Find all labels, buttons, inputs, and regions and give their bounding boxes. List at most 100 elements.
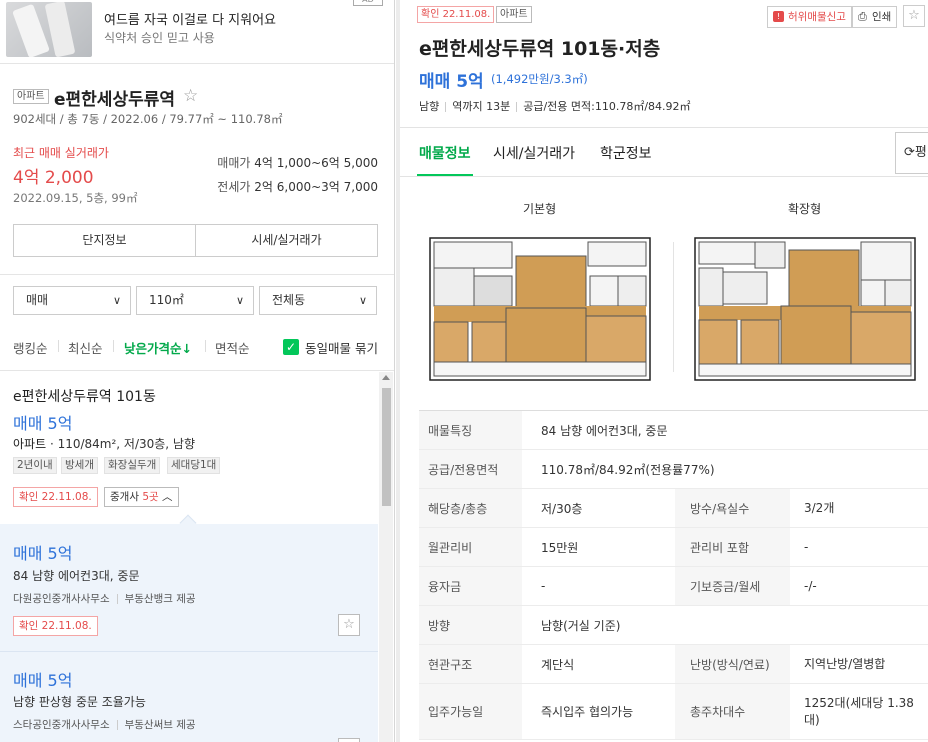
group-same-label[interactable]: 동일매물 묶기 [305, 338, 378, 357]
complex-meta: 902세대 / 총 7동 / 2022.06 / 79.77㎡ ~ 110.78… [13, 112, 283, 126]
listing-card[interactable]: e편한세상두류역 101동 매매 5억 아파트 · 110/84m², 저/30… [0, 372, 378, 524]
info-value: 15만원 [541, 540, 579, 555]
favorite-star-icon[interactable]: ☆ [183, 86, 198, 106]
info-row: 현관구조 계단식 난방(방식/연료) 지역난방/열병합 [419, 645, 928, 684]
sale-price-label: 매매가 [217, 156, 251, 170]
ad-tag: AD [353, 0, 383, 6]
print-label: 인쇄 [872, 11, 892, 23]
info-key: 입주가능일 [419, 684, 522, 739]
info-value: 1252대(세대당 1.38대) [804, 695, 914, 727]
property-type-tag: 아파트 [13, 89, 49, 104]
sort-separator [58, 340, 59, 352]
confirm-badge: 확인 22.11.08. [417, 6, 495, 23]
complex-name[interactable]: e편한세상두류역 [54, 85, 175, 110]
chevron-down-icon: ∨ [235, 294, 244, 307]
report-false-listing-button[interactable]: ! 허위매물신고 [767, 6, 852, 28]
detail-price: 매매 5억 [419, 72, 484, 92]
listing-title: e편한세상두류역 101동 [13, 389, 156, 405]
print-button[interactable]: ⎙ 인쇄 [852, 6, 898, 28]
chevron-up-icon: ︿ [162, 491, 173, 503]
sort-latest[interactable]: 최신순 [68, 338, 103, 357]
floor-plan-extended-image[interactable] [693, 236, 917, 382]
provider-name: 부동산뱅크 제공 [124, 593, 196, 605]
app-root: 여드름 자국 이걸로 다 지워어요 식약처 승인 믿고 사용 AD 아파트 e편… [0, 0, 928, 742]
agent-listing-item[interactable]: 매매 5억 남향 판상형 중문 조율가능 스타공인중개사사무소 부동산써브 제공 … [0, 652, 378, 742]
recent-trade-date: 2022.09.15, 5층, 99㎡ [13, 191, 138, 205]
listing-info-table: 매물특징 84 남향 에어컨3대, 중문 공급/전용면적 110.78㎡/84.… [419, 410, 928, 740]
info-key: 관리비 포함 [675, 528, 790, 566]
divider [0, 274, 394, 275]
checkbox-checked-icon[interactable]: ✓ [283, 339, 299, 355]
detail-facts: 남향 역까지 13분 공급/전용 면적:110.78㎡/84.92㎡ [419, 98, 691, 114]
detail-panel: 확인 22.11.08. 아파트 ! 허위매물신고 ⎙ 인쇄 ☆ e편한세상두류역 … [400, 0, 928, 742]
ad-title: 여드름 자국 이걸로 다 지워어요 [104, 13, 277, 28]
ad-banner[interactable]: 여드름 자국 이걸로 다 지워어요 식약처 승인 믿고 사용 AD [0, 0, 394, 64]
detail-area: 공급/전용 면적:110.78㎡/84.92㎡ [523, 100, 691, 113]
listing-spec-type: 아파트 [13, 437, 47, 451]
info-key: 융자금 [419, 567, 522, 605]
info-key: 방향 [419, 606, 522, 644]
info-value: 계단식 [541, 657, 575, 672]
listing-scrollbar[interactable] [379, 372, 393, 742]
detail-title: e편한세상두류역 101동·저층 [419, 38, 661, 60]
favorite-star-icon[interactable]: ☆ [338, 738, 360, 742]
complex-buttons: 단지정보 시세/실거래가 [13, 224, 378, 257]
agency-name[interactable]: 스타공인중개사사무소 [13, 719, 110, 731]
info-key: 방수/욕실수 [675, 489, 790, 527]
info-key: 해당층/총층 [419, 489, 522, 527]
complex-info-button[interactable]: 단지정보 [14, 225, 195, 256]
agents-label: 중개사 [110, 491, 143, 503]
tab-trade-price[interactable]: 시세/실거래가 [493, 143, 575, 163]
agent-listing-price: 매매 5억 [13, 671, 73, 690]
agent-listing-item[interactable]: 매매 5억 84 남향 에어컨3대, 중문 다원공인중개사사무소 부동산뱅크 제공… [0, 524, 378, 652]
sort-separator [113, 340, 114, 352]
listing-panel: 여드름 자국 이걸로 다 지워어요 식약처 승인 믿고 사용 AD 아파트 e편… [0, 0, 395, 742]
info-key: 현관구조 [419, 645, 522, 683]
recent-trade-label: 최근 매매 실거래가 [13, 146, 109, 160]
info-key: 총주차대수 [675, 684, 790, 739]
tab-listing-info[interactable]: 매물정보 [419, 143, 471, 163]
favorite-star-icon[interactable]: ☆ [338, 614, 360, 636]
agent-listing-desc: 84 남향 에어컨3대, 중문 [13, 569, 140, 583]
unit-toggle-label: 평 [914, 145, 927, 160]
info-value: 3/2개 [804, 500, 835, 515]
info-row: 방향 남향(거실 기준) [419, 606, 928, 645]
sort-area[interactable]: 면적순 [215, 338, 250, 357]
property-type-tag: 아파트 [496, 6, 532, 23]
feature-chip: 2년이내 [13, 457, 57, 474]
info-key: 기보증금/월세 [675, 567, 790, 605]
recent-trade-price: 4억 2,000 [13, 168, 94, 188]
favorite-star-icon[interactable]: ☆ [903, 5, 925, 27]
confirm-badge: 확인 22.11.08. [13, 487, 98, 507]
unit-toggle-button[interactable]: ⟳평 [895, 132, 928, 174]
agents-count: 5곳 [142, 491, 159, 503]
agents-toggle-button[interactable]: 중개사 5곳 ︿ [104, 487, 179, 507]
dong-select[interactable]: 전체동 ∨ [259, 286, 377, 315]
divider [400, 127, 928, 128]
agency-name[interactable]: 다원공인중개사사무소 [13, 593, 110, 605]
trade-price-button[interactable]: 시세/실거래가 [195, 225, 377, 256]
scroll-up-arrow-icon[interactable] [382, 375, 390, 380]
scroll-thumb[interactable] [382, 388, 391, 506]
trade-type-select[interactable]: 매매 ∨ [13, 286, 131, 315]
report-label: 허위매물신고 [788, 11, 846, 23]
area-select[interactable]: 110㎡ ∨ [136, 286, 254, 315]
sale-price-range: 매매가 4억 1,000~6억 5,000 [217, 154, 378, 171]
info-row: 해당층/총층 저/30층 방수/욕실수 3/2개 [419, 489, 928, 528]
dong-value: 전체동 [272, 293, 306, 307]
divider [400, 176, 928, 177]
floor-plan-extended-label: 확장형 [788, 202, 822, 216]
info-value: 즉시입주 협의가능 [541, 705, 634, 719]
sort-ranking[interactable]: 랭킹순 [13, 338, 48, 357]
tab-school-info[interactable]: 학군정보 [600, 143, 652, 163]
info-key: 월관리비 [419, 528, 522, 566]
info-key: 매물특징 [419, 411, 522, 449]
sort-low-price[interactable]: 낮은가격순↓ [124, 338, 192, 357]
info-key: 공급/전용면적 [419, 450, 522, 488]
agent-listing-desc: 남향 판상형 중문 조율가능 [13, 695, 146, 709]
jeonse-price-range: 전세가 2억 6,000~3억 7,000 [217, 178, 378, 195]
info-value: 남향(거실 기준) [541, 618, 621, 633]
floor-plan-basic-image[interactable] [428, 236, 652, 382]
detail-station: 역까지 13분 [452, 100, 511, 113]
agent-listing-source: 스타공인중개사사무소 부동산써브 제공 [13, 717, 196, 732]
